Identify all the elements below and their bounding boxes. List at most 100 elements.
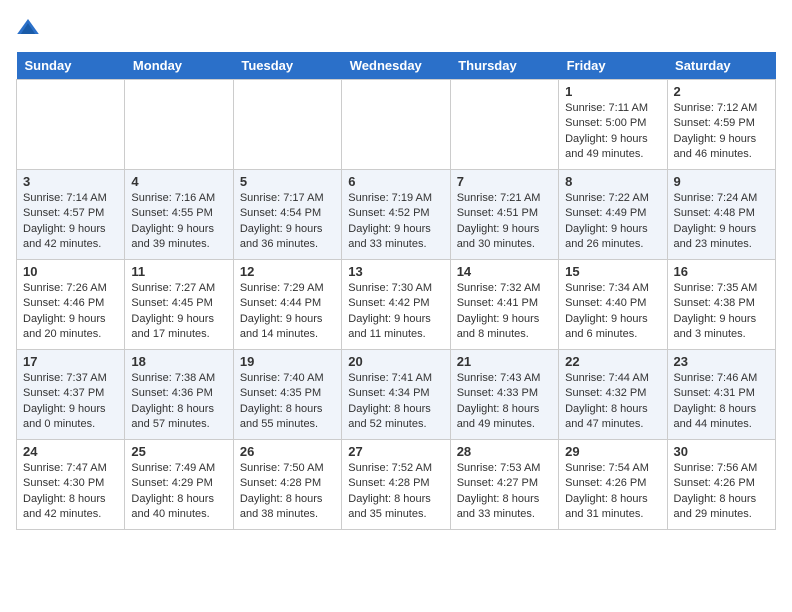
day-info: Sunrise: 7:19 AM Sunset: 4:52 PM Dayligh… bbox=[348, 191, 443, 253]
day-number: 21 bbox=[457, 354, 552, 369]
day-number: 20 bbox=[348, 354, 443, 369]
calendar-week-row: 10 Sunrise: 7:26 AM Sunset: 4:46 PM Dayli… bbox=[17, 260, 776, 350]
header-thursday: Thursday bbox=[450, 52, 558, 80]
day-number: 23 bbox=[674, 354, 769, 369]
day-number: 26 bbox=[240, 444, 335, 459]
day-info: Sunrise: 7:27 AM Sunset: 4:45 PM Dayligh… bbox=[131, 281, 226, 343]
day-info: Sunrise: 7:43 AM Sunset: 4:33 PM Dayligh… bbox=[457, 371, 552, 433]
day-number: 29 bbox=[565, 444, 660, 459]
calendar-table: SundayMondayTuesdayWednesdayThursdayFrid… bbox=[16, 52, 776, 530]
day-info: Sunrise: 7:34 AM Sunset: 4:40 PM Dayligh… bbox=[565, 281, 660, 343]
day-info: Sunrise: 7:11 AM Sunset: 5:00 PM Dayligh… bbox=[565, 101, 660, 163]
day-number: 28 bbox=[457, 444, 552, 459]
day-info: Sunrise: 7:35 AM Sunset: 4:38 PM Dayligh… bbox=[674, 281, 769, 343]
day-number: 17 bbox=[23, 354, 118, 369]
day-info: Sunrise: 7:53 AM Sunset: 4:27 PM Dayligh… bbox=[457, 461, 552, 523]
calendar-cell: 5Sunrise: 7:17 AM Sunset: 4:54 PM Daylig… bbox=[233, 170, 341, 260]
day-info: Sunrise: 7:52 AM Sunset: 4:28 PM Dayligh… bbox=[348, 461, 443, 523]
header-tuesday: Tuesday bbox=[233, 52, 341, 80]
calendar-cell: 24 Sunrise: 7:47 AM Sunset: 4:30 PM Dayli… bbox=[17, 440, 125, 530]
calendar-cell: 4 Sunrise: 7:16 AM Sunset: 4:55 PM Daylig… bbox=[125, 170, 233, 260]
calendar-cell: 2 Sunrise: 7:12 AM Sunset: 4:59 PM Daylig… bbox=[667, 80, 775, 170]
calendar-cell: 18 Sunrise: 7:38 AM Sunset: 4:36 PM Dayli… bbox=[125, 350, 233, 440]
day-info: Sunrise: 7:16 AM Sunset: 4:55 PM Dayligh… bbox=[131, 191, 226, 253]
calendar-cell bbox=[17, 80, 125, 170]
day-number: 16 bbox=[674, 264, 769, 279]
calendar-week-row: 17 Sunrise: 7:37 AM Sunset: 4:37 PM Dayli… bbox=[17, 350, 776, 440]
day-number: 13 bbox=[348, 264, 443, 279]
calendar-cell: 26 Sunrise: 7:50 AM Sunset: 4:28 PM Dayli… bbox=[233, 440, 341, 530]
calendar-cell: 9 Sunrise: 7:24 AM Sunset: 4:48 PM Daylig… bbox=[667, 170, 775, 260]
calendar-cell: 12Sunrise: 7:29 AM Sunset: 4:44 PM Dayli… bbox=[233, 260, 341, 350]
calendar-cell: 22 Sunrise: 7:44 AM Sunset: 4:32 PM Dayli… bbox=[559, 350, 667, 440]
day-number: 1 bbox=[565, 84, 660, 99]
calendar-cell bbox=[450, 80, 558, 170]
day-info: Sunrise: 7:56 AM Sunset: 4:26 PM Dayligh… bbox=[674, 461, 769, 523]
day-number: 12 bbox=[240, 264, 335, 279]
day-info: Sunrise: 7:50 AM Sunset: 4:28 PM Dayligh… bbox=[240, 461, 335, 523]
day-info: Sunrise: 7:24 AM Sunset: 4:48 PM Dayligh… bbox=[674, 191, 769, 253]
calendar-cell: 16 Sunrise: 7:35 AM Sunset: 4:38 PM Dayli… bbox=[667, 260, 775, 350]
day-number: 30 bbox=[674, 444, 769, 459]
calendar-week-row: 1 Sunrise: 7:11 AM Sunset: 5:00 PM Daylig… bbox=[17, 80, 776, 170]
calendar-cell: 3Sunrise: 7:14 AM Sunset: 4:57 PM Daylig… bbox=[17, 170, 125, 260]
logo bbox=[16, 16, 44, 40]
logo-icon bbox=[16, 16, 40, 40]
calendar-cell: 19Sunrise: 7:40 AM Sunset: 4:35 PM Dayli… bbox=[233, 350, 341, 440]
day-number: 3 bbox=[23, 174, 118, 189]
calendar-cell bbox=[233, 80, 341, 170]
header-friday: Friday bbox=[559, 52, 667, 80]
header-wednesday: Wednesday bbox=[342, 52, 450, 80]
day-info: Sunrise: 7:12 AM Sunset: 4:59 PM Dayligh… bbox=[674, 101, 769, 163]
page-header bbox=[16, 16, 776, 40]
day-number: 14 bbox=[457, 264, 552, 279]
day-number: 19 bbox=[240, 354, 335, 369]
day-number: 8 bbox=[565, 174, 660, 189]
calendar-cell: 20Sunrise: 7:41 AM Sunset: 4:34 PM Dayli… bbox=[342, 350, 450, 440]
calendar-cell: 28 Sunrise: 7:53 AM Sunset: 4:27 PM Dayli… bbox=[450, 440, 558, 530]
calendar-cell bbox=[342, 80, 450, 170]
day-info: Sunrise: 7:44 AM Sunset: 4:32 PM Dayligh… bbox=[565, 371, 660, 433]
calendar-cell bbox=[125, 80, 233, 170]
calendar-cell: 10 Sunrise: 7:26 AM Sunset: 4:46 PM Dayli… bbox=[17, 260, 125, 350]
day-info: Sunrise: 7:32 AM Sunset: 4:41 PM Dayligh… bbox=[457, 281, 552, 343]
day-number: 22 bbox=[565, 354, 660, 369]
day-info: Sunrise: 7:38 AM Sunset: 4:36 PM Dayligh… bbox=[131, 371, 226, 433]
calendar-week-row: 24 Sunrise: 7:47 AM Sunset: 4:30 PM Dayli… bbox=[17, 440, 776, 530]
header-sunday: Sunday bbox=[17, 52, 125, 80]
calendar-cell: 30 Sunrise: 7:56 AM Sunset: 4:26 PM Dayli… bbox=[667, 440, 775, 530]
day-number: 7 bbox=[457, 174, 552, 189]
day-number: 9 bbox=[674, 174, 769, 189]
calendar-cell: 1 Sunrise: 7:11 AM Sunset: 5:00 PM Daylig… bbox=[559, 80, 667, 170]
day-info: Sunrise: 7:26 AM Sunset: 4:46 PM Dayligh… bbox=[23, 281, 118, 343]
header-saturday: Saturday bbox=[667, 52, 775, 80]
calendar-week-row: 3Sunrise: 7:14 AM Sunset: 4:57 PM Daylig… bbox=[17, 170, 776, 260]
day-number: 4 bbox=[131, 174, 226, 189]
day-number: 24 bbox=[23, 444, 118, 459]
calendar-cell: 15 Sunrise: 7:34 AM Sunset: 4:40 PM Dayli… bbox=[559, 260, 667, 350]
day-number: 25 bbox=[131, 444, 226, 459]
day-info: Sunrise: 7:47 AM Sunset: 4:30 PM Dayligh… bbox=[23, 461, 118, 523]
day-info: Sunrise: 7:21 AM Sunset: 4:51 PM Dayligh… bbox=[457, 191, 552, 253]
day-number: 11 bbox=[131, 264, 226, 279]
day-info: Sunrise: 7:22 AM Sunset: 4:49 PM Dayligh… bbox=[565, 191, 660, 253]
day-info: Sunrise: 7:37 AM Sunset: 4:37 PM Dayligh… bbox=[23, 371, 118, 433]
day-info: Sunrise: 7:54 AM Sunset: 4:26 PM Dayligh… bbox=[565, 461, 660, 523]
calendar-cell: 17 Sunrise: 7:37 AM Sunset: 4:37 PM Dayli… bbox=[17, 350, 125, 440]
calendar-cell: 7 Sunrise: 7:21 AM Sunset: 4:51 PM Daylig… bbox=[450, 170, 558, 260]
calendar-cell: 14 Sunrise: 7:32 AM Sunset: 4:41 PM Dayli… bbox=[450, 260, 558, 350]
day-number: 27 bbox=[348, 444, 443, 459]
day-info: Sunrise: 7:30 AM Sunset: 4:42 PM Dayligh… bbox=[348, 281, 443, 343]
day-number: 18 bbox=[131, 354, 226, 369]
day-info: Sunrise: 7:17 AM Sunset: 4:54 PM Dayligh… bbox=[240, 191, 335, 253]
calendar-header-row: SundayMondayTuesdayWednesdayThursdayFrid… bbox=[17, 52, 776, 80]
header-monday: Monday bbox=[125, 52, 233, 80]
day-number: 2 bbox=[674, 84, 769, 99]
calendar-cell: 13 Sunrise: 7:30 AM Sunset: 4:42 PM Dayli… bbox=[342, 260, 450, 350]
calendar-cell: 23 Sunrise: 7:46 AM Sunset: 4:31 PM Dayli… bbox=[667, 350, 775, 440]
calendar-cell: 27 Sunrise: 7:52 AM Sunset: 4:28 PM Dayli… bbox=[342, 440, 450, 530]
day-info: Sunrise: 7:46 AM Sunset: 4:31 PM Dayligh… bbox=[674, 371, 769, 433]
calendar-cell: 29 Sunrise: 7:54 AM Sunset: 4:26 PM Dayli… bbox=[559, 440, 667, 530]
day-number: 10 bbox=[23, 264, 118, 279]
day-number: 15 bbox=[565, 264, 660, 279]
